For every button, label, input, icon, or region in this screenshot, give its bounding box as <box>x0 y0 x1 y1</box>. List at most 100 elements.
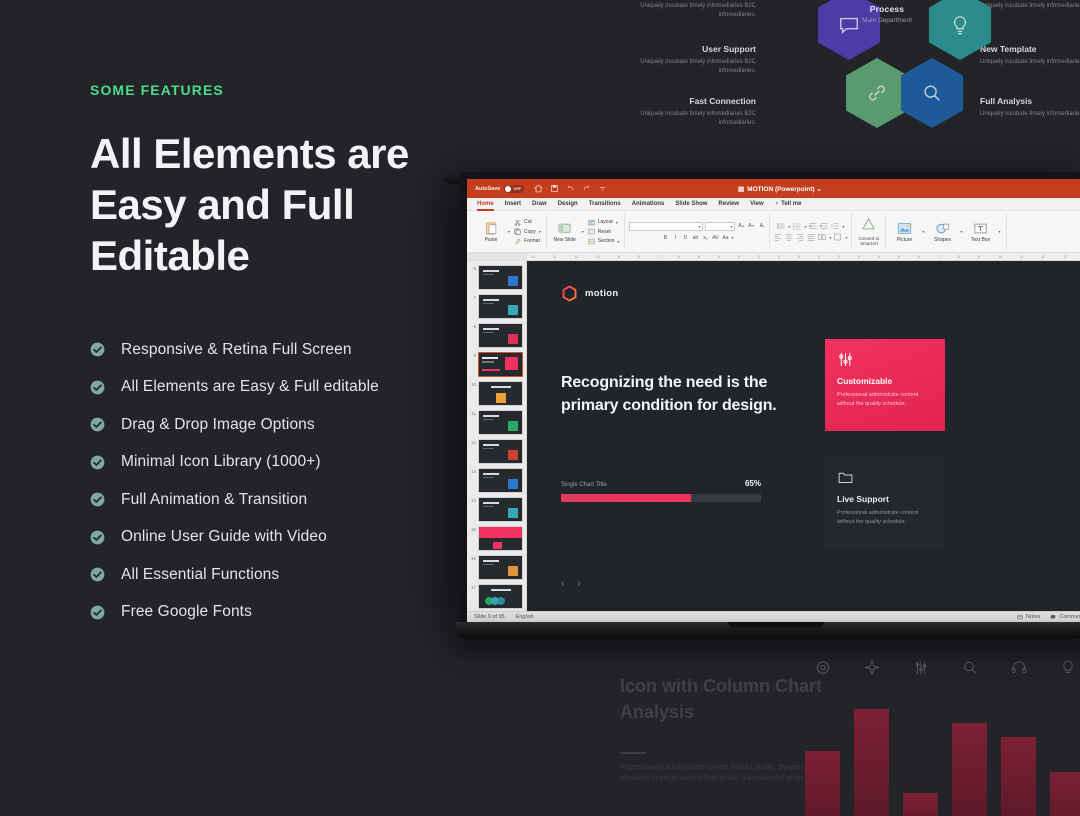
autosave-toggle[interactable]: OFF <box>504 184 525 193</box>
spacing-dropdown-icon[interactable]: ▾ <box>842 224 844 229</box>
font-family-select[interactable]: ▾ <box>629 221 704 231</box>
font-button-U[interactable]: U <box>681 234 689 242</box>
picture-dropdown-icon[interactable]: ▾ <box>922 229 924 234</box>
home-icon[interactable] <box>534 184 544 193</box>
font-button-I[interactable]: I <box>671 234 679 242</box>
new-slide-button[interactable]: New Slide <box>552 221 578 243</box>
increase-indent-icon[interactable] <box>820 222 828 230</box>
bulleted-list-icon[interactable] <box>777 222 785 230</box>
decrease-font-button[interactable]: A ▼ <box>747 222 755 230</box>
number-dropdown-icon[interactable]: ▾ <box>804 224 806 229</box>
prev-arrow-icon[interactable]: ‹ <box>561 578 564 589</box>
list-item: All Elements are Easy & Full editable <box>90 369 490 407</box>
align-left-icon[interactable] <box>774 233 782 241</box>
ruler-tick: 13 <box>1063 254 1067 259</box>
current-slide[interactable]: motion Recognizing the need is the prima… <box>527 261 1080 611</box>
language-indicator[interactable]: English <box>516 614 534 620</box>
line-spacing-icon[interactable] <box>831 222 839 230</box>
picture-button[interactable]: Picture <box>891 221 917 243</box>
format-painter-button[interactable]: Format <box>514 237 541 245</box>
undo-icon[interactable] <box>566 184 575 193</box>
feature-card-customizable[interactable]: Customizable Professional administrate c… <box>825 339 945 431</box>
tab-design[interactable]: Design <box>558 201 578 207</box>
hexagon-cluster: Process Main Department <box>796 0 991 138</box>
slide-stage: motion Recognizing the need is the prima… <box>527 261 1080 611</box>
check-circle-icon <box>90 342 105 357</box>
columns-icon[interactable] <box>818 233 826 241</box>
svg-text:3: 3 <box>793 228 795 231</box>
shapes-dropdown-icon[interactable]: ▾ <box>960 229 962 234</box>
progress-value: 65% <box>744 479 761 488</box>
clear-formatting-button[interactable]: A̶ <box>757 222 765 230</box>
tab-slide-show[interactable]: Slide Show <box>675 201 707 207</box>
tab-transitions[interactable]: Transitions <box>589 201 621 207</box>
next-arrow-icon[interactable]: › <box>577 578 580 589</box>
ruler-tick: 13 <box>531 254 535 259</box>
shapes-button[interactable]: Shapes <box>929 221 955 243</box>
slide-nav-arrows: ‹ › <box>561 578 581 589</box>
picture-label: Picture <box>896 236 913 243</box>
convert-to-smartart-button[interactable]: Convert to SmartArt <box>852 214 887 249</box>
numbered-list-icon[interactable]: 123 <box>793 222 801 230</box>
hex-label-title: New Template <box>980 44 1037 54</box>
layout-button[interactable]: Layout ▾ <box>588 219 620 226</box>
decrease-indent-icon[interactable] <box>809 222 817 230</box>
bullet-dropdown-icon[interactable]: ▾ <box>788 224 790 229</box>
direction-dropdown-icon[interactable]: ▾ <box>845 235 847 240</box>
hexagon-cell[interactable] <box>846 58 908 128</box>
font-button-B[interactable]: B <box>661 234 669 242</box>
copy-dropdown-icon[interactable]: ▾ <box>539 229 541 234</box>
hex-label-desc: Uniquely incubate timely infomediaries B… <box>640 111 756 126</box>
font-more-chevron-icon[interactable]: ▾ <box>731 235 733 240</box>
font-button-Aa[interactable]: Aa <box>721 234 729 242</box>
feature-card-live-support[interactable]: Live Support Professional administrate c… <box>825 457 945 547</box>
hex-label-title: Full Analysis <box>980 96 1033 106</box>
columns-dropdown-icon[interactable]: ▾ <box>829 235 831 240</box>
comments-button[interactable]: Comments <box>1050 614 1080 620</box>
paste-dropdown-icon[interactable]: ▾ <box>508 229 510 234</box>
tab-insert[interactable]: Insert <box>505 201 521 207</box>
increase-font-button[interactable]: A ▲ <box>737 222 745 230</box>
progress-track <box>561 494 761 502</box>
section-button[interactable]: Section ▾ <box>588 238 619 245</box>
section-icon <box>588 238 595 244</box>
copy-button[interactable]: Copy ▾ <box>514 228 541 235</box>
picture-icon <box>897 222 912 234</box>
text-direction-icon[interactable] <box>834 233 842 241</box>
new-slide-dropdown-icon[interactable]: ▾ <box>582 229 584 234</box>
check-circle-icon <box>90 605 105 620</box>
align-right-icon[interactable] <box>796 233 804 241</box>
notes-button[interactable]: Notes <box>1017 614 1040 620</box>
ruler-tick: 6 <box>918 254 920 259</box>
hexagon-cell[interactable] <box>929 0 991 60</box>
align-center-icon[interactable] <box>785 233 793 241</box>
save-icon[interactable] <box>550 184 559 193</box>
tab-animations[interactable]: Animations <box>632 201 665 207</box>
tab-view[interactable]: View <box>750 201 764 207</box>
feature-label: Minimal Icon Library (1000+) <box>121 453 321 471</box>
font-family-chevron-icon: ▾ <box>698 223 701 229</box>
status-right: Notes Comments <box>1017 614 1080 620</box>
layout-dropdown-icon[interactable]: ▾ <box>616 220 618 225</box>
spark-icon <box>864 660 879 675</box>
font-size-select[interactable]: ▾ <box>705 221 736 231</box>
text-box-button[interactable]: Text Box <box>968 221 994 243</box>
tab-review[interactable]: Review <box>718 201 739 207</box>
font-selectors: ▾ ▾ A ▲ A ▼ A̶ <box>629 221 765 231</box>
section-dropdown-icon[interactable]: ▾ <box>617 239 619 244</box>
font-button-AV[interactable]: AV <box>711 234 719 242</box>
title-chevron-icon[interactable]: ⌄ <box>817 186 822 193</box>
tab-draw[interactable]: Draw <box>532 201 547 207</box>
font-button-ab[interactable]: ab <box>691 234 699 242</box>
reset-button[interactable]: Reset <box>588 228 620 235</box>
hexagon-cell[interactable] <box>901 58 963 128</box>
tab-tell-me[interactable]: ♀ Tell me <box>775 201 802 207</box>
redo-icon[interactable] <box>582 184 591 193</box>
cut-button[interactable]: Cut <box>514 219 541 226</box>
list-item: Drag & Drop Image Options <box>90 406 490 444</box>
customize-icon[interactable] <box>598 184 607 193</box>
justify-icon[interactable] <box>807 233 815 241</box>
font-button-x₂[interactable]: x₂ <box>701 234 709 242</box>
chart-bar <box>952 723 987 816</box>
textbox-dropdown-icon[interactable]: ▾ <box>999 229 1001 234</box>
